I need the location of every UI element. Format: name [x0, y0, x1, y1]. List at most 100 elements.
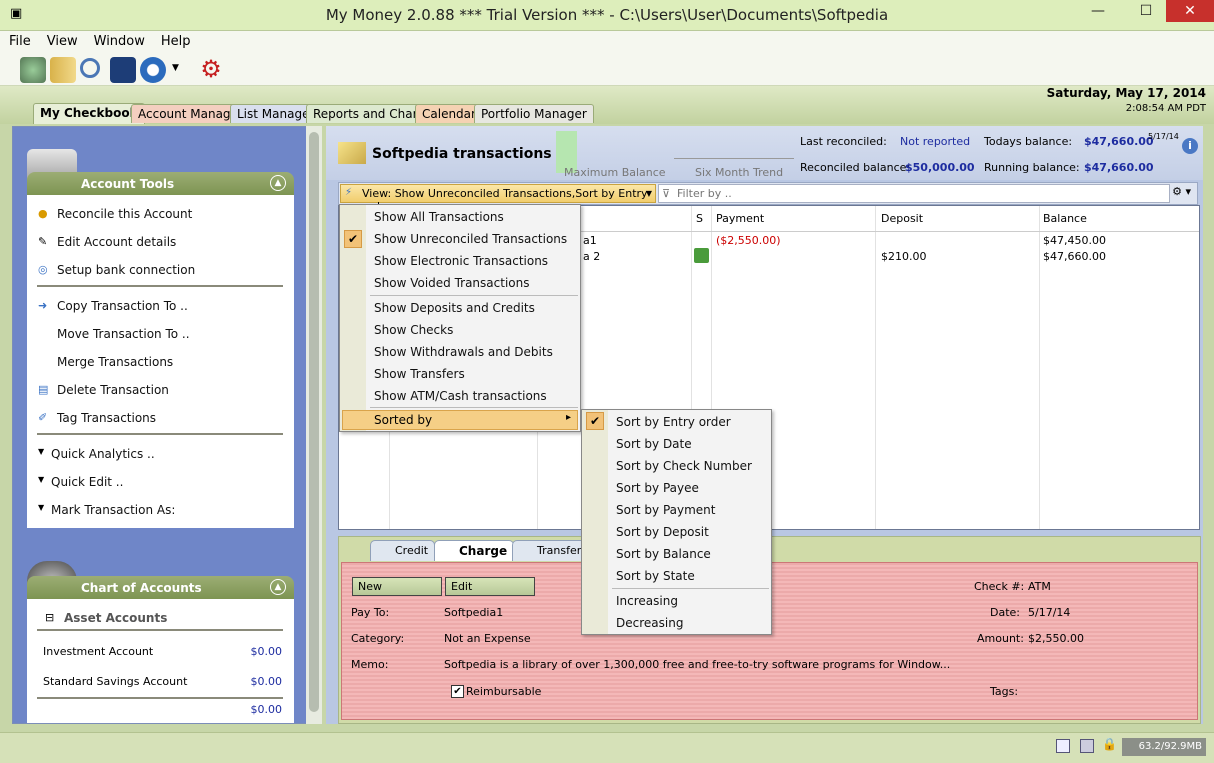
menu-show-transfers[interactable]: Show Transfers [374, 367, 465, 381]
edit-button[interactable]: Edit [445, 577, 535, 596]
payment-cell[interactable]: ($2,550.00) [716, 234, 781, 247]
sort-payment[interactable]: Sort by Payment [616, 503, 715, 517]
reconcile-account[interactable]: Reconcile this Account [57, 207, 192, 221]
menu-show-unreconciled[interactable]: Show Unreconciled Transactions [374, 232, 567, 246]
date-field[interactable]: 5/17/14 [1028, 606, 1070, 619]
col-balance[interactable]: Balance [1043, 212, 1087, 225]
chevron-down-icon[interactable]: ▼ [172, 63, 179, 73]
notepad-icon [338, 142, 366, 164]
last-reconciled-link[interactable]: Not reported [900, 135, 970, 148]
sort-state[interactable]: Sort by State [616, 569, 695, 583]
view-selector[interactable]: ⚡ View: Show Unreconciled Transactions,S… [340, 184, 656, 213]
todays-date: 5/17/14 [1148, 132, 1179, 141]
minimize-button[interactable]: — [1078, 0, 1118, 22]
chart-of-accounts-header[interactable]: Chart of Accounts ▲ [27, 576, 294, 599]
menu-show-voided[interactable]: Show Voided Transactions [374, 276, 529, 290]
category-field[interactable]: Not an Expense [444, 632, 531, 645]
menu-show-atm[interactable]: Show ATM/Cash transactions [374, 389, 547, 403]
menu-window[interactable]: Window [85, 31, 152, 49]
sort-balance[interactable]: Sort by Balance [616, 547, 711, 561]
chart-icon[interactable] [110, 57, 136, 83]
menu-file[interactable]: File [0, 31, 38, 49]
menu-show-checks[interactable]: Show Checks [374, 323, 453, 337]
payee-cell[interactable]: a1 [583, 234, 597, 247]
reconciled-balance: $50,000.00 [905, 161, 975, 174]
setup-bank-connection[interactable]: Setup bank connection [57, 263, 195, 277]
reimbursable-checkbox[interactable]: ✔ [451, 685, 464, 698]
close-button[interactable]: ✕ [1166, 0, 1214, 22]
collapse-icon[interactable]: ▲ [270, 175, 286, 191]
menu-show-deposits[interactable]: Show Deposits and Credits [374, 301, 535, 315]
copy-transaction[interactable]: Copy Transaction To .. [57, 299, 188, 313]
new-button[interactable]: New [352, 577, 442, 596]
info-icon[interactable]: i [1182, 138, 1198, 154]
account-tools-header[interactable]: Account Tools ▲ [27, 172, 294, 195]
pay-to-field[interactable]: Softpedia1 [444, 606, 503, 619]
grid-col-line [1039, 206, 1040, 529]
clock-icon[interactable] [140, 57, 166, 83]
mark-transaction-as[interactable]: Mark Transaction As: [51, 503, 175, 517]
account-name[interactable]: Standard Savings Account [43, 675, 187, 688]
scroll-thumb[interactable] [309, 132, 319, 712]
expand-icon: ▼ [38, 475, 45, 484]
lock-icon[interactable]: 🔒 [1102, 737, 1117, 751]
menu-help[interactable]: Help [152, 31, 198, 49]
menu-show-electronic[interactable]: Show Electronic Transactions [374, 254, 548, 268]
delete-transaction[interactable]: Delete Transaction [57, 383, 169, 397]
sort-check-number[interactable]: Sort by Check Number [616, 459, 752, 473]
books-icon[interactable] [50, 57, 76, 83]
sort-payee[interactable]: Sort by Payee [616, 481, 699, 495]
sort-decreasing[interactable]: Decreasing [616, 616, 683, 630]
todays-balance-label: Todays balance: [984, 135, 1073, 148]
filter-icon: ⊽ [662, 187, 671, 200]
quick-edit[interactable]: Quick Edit .. [51, 475, 123, 489]
tab-charge[interactable]: Charge [434, 540, 515, 561]
filter-input[interactable] [677, 186, 1157, 201]
settings-gear-icon[interactable]: ⚙ ▾ [1172, 185, 1191, 198]
amount-field[interactable]: $2,550.00 [1028, 632, 1084, 645]
tab-portfolio-manager[interactable]: Portfolio Manager [474, 104, 594, 123]
menu-bar: File View Window Help [0, 31, 1214, 53]
search-icon[interactable] [80, 58, 100, 78]
payee-cell[interactable]: a 2 [583, 250, 600, 263]
col-s[interactable]: S [696, 212, 703, 225]
merge-transactions[interactable]: Merge Transactions [57, 355, 173, 369]
tab-credit-label: Credit [395, 544, 429, 557]
menu-icon-strip [582, 410, 608, 634]
money-icon[interactable] [20, 57, 46, 83]
sort-date[interactable]: Sort by Date [616, 437, 692, 451]
collapse-icon[interactable]: ▲ [270, 579, 286, 595]
account-name[interactable]: Investment Account [43, 645, 153, 658]
quick-analytics[interactable]: Quick Analytics .. [51, 447, 155, 461]
left-panel: Account Tools ▲ ● Reconcile this Account… [12, 126, 308, 724]
deposit-cell[interactable]: $210.00 [881, 250, 927, 263]
col-payment[interactable]: Payment [716, 212, 764, 225]
asset-accounts-group[interactable]: Asset Accounts [64, 611, 167, 625]
left-scrollbar[interactable] [306, 126, 322, 724]
book-icon[interactable] [1056, 739, 1070, 753]
maximize-button[interactable]: ☐ [1126, 0, 1166, 22]
check-field[interactable]: ATM [1028, 580, 1051, 593]
menu-show-all[interactable]: Show All Transactions [374, 210, 504, 224]
sort-deposit[interactable]: Sort by Deposit [616, 525, 709, 539]
gear-icon[interactable]: ⚙ [198, 57, 224, 83]
memory-usage: 63.2/92.9MB [1122, 738, 1206, 756]
tag-transactions[interactable]: Tag Transactions [57, 411, 156, 425]
tab-calendar[interactable]: Calendar [415, 104, 483, 123]
divider [37, 697, 283, 699]
col-deposit[interactable]: Deposit [881, 212, 923, 225]
tab-my-checkbook[interactable]: My Checkbook [33, 103, 145, 124]
menu-show-withdrawals[interactable]: Show Withdrawals and Debits [374, 345, 553, 359]
edit-account-details[interactable]: Edit Account details [57, 235, 176, 249]
status-bar: 🔒 63.2/92.9MB [0, 732, 1214, 763]
memo-field[interactable]: Softpedia is a library of over 1,300,000… [444, 658, 950, 671]
tab-transfer[interactable]: Transfer [512, 540, 589, 561]
tab-credit[interactable]: Credit [370, 540, 436, 561]
move-transaction[interactable]: Move Transaction To .. [57, 327, 190, 341]
menu-sorted-by[interactable]: Sorted by ▸ [342, 410, 578, 430]
sort-entry-order[interactable]: Sort by Entry order [616, 415, 731, 429]
sort-increasing[interactable]: Increasing [616, 594, 678, 608]
view-dropdown-menu: Show All Transactions ✔ Show Unreconcile… [339, 204, 581, 432]
save-icon[interactable] [1080, 739, 1094, 753]
menu-view[interactable]: View [38, 31, 85, 49]
